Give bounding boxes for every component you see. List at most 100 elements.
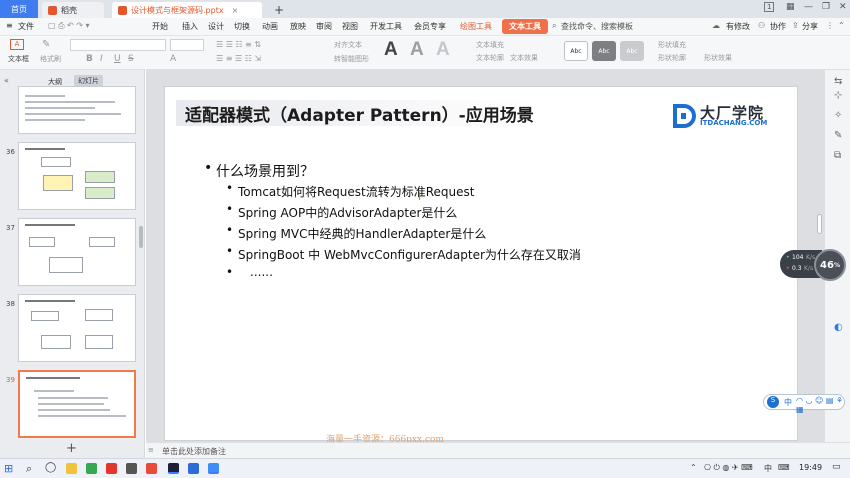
shape-style-3[interactable]: Abc [620,41,644,61]
ime-tool-icons[interactable]: ◠ ◡ ☺ ▤ ⚘ ▦ [796,396,844,414]
select-icon[interactable]: ⊹ [834,90,842,101]
alignment-icons[interactable]: ☰ ≡ ☰ ☷ ⇲ [216,54,261,63]
ime-tray-icon[interactable]: ⌨ [778,463,790,472]
menu-item-home[interactable]: 开始 [152,21,168,32]
italic-button[interactable]: I [100,54,103,64]
new-tab-button[interactable]: + [268,2,290,18]
menu-item-transition[interactable]: 切换 [234,21,250,32]
slide-thumbnail-39-selected[interactable] [18,370,136,438]
menu-item-animation[interactable]: 动画 [262,21,278,32]
collapse-ribbon-icon[interactable]: ⌃ [838,21,845,30]
tray-icons[interactable]: ⎔ ⏻ ◍ ✈ ⌨ [704,463,753,473]
slide-thumbnail-38[interactable] [18,294,136,362]
hamburger-icon[interactable]: ≡ [6,21,13,30]
strikethrough-button[interactable]: S [128,54,134,64]
close-window-button[interactable]: ✕ [839,2,847,12]
text-style-preset-3[interactable]: A [436,39,450,61]
notification-icon[interactable]: ▭ [832,462,841,472]
text-fill-button[interactable]: 文本填充 [476,40,504,50]
app-icon-orange[interactable] [146,463,157,474]
intellij-icon[interactable] [168,463,179,474]
layout-icon[interactable]: ▦ [786,2,795,12]
share-button[interactable]: 分享 [802,21,818,32]
language-indicator[interactable]: 中 [764,463,772,474]
panel-scrollbar[interactable] [139,226,143,248]
collapse-panel-icon[interactable]: « [4,76,9,85]
text-outline-button[interactable]: 文本轮廓 [476,53,504,63]
taskview-icon[interactable]: ◯ [45,462,56,473]
textbox-icon[interactable]: A [10,39,24,50]
menu-item-slideshow[interactable]: 放映 [290,21,306,32]
paragraph-icons[interactable]: ☰ ☰ ☷ ≡ ⇅ [216,40,261,49]
ime-toolbar[interactable]: S 中 ◠ ◡ ☺ ▤ ⚘ ▦ [763,394,845,414]
taskbar-search-icon[interactable]: ⌕ [26,462,32,476]
sub-bullet-1[interactable]: Tomcat如何将Request流转为标准Request [238,183,474,200]
menu-item-design[interactable]: 设计 [208,21,224,32]
bullet-main[interactable]: 什么场景用到？ [216,161,314,181]
shape-fill-button[interactable]: 形状填充 [658,40,686,50]
text-style-preset-2[interactable]: A [410,39,424,61]
menu-item-review[interactable]: 审阅 [316,21,332,32]
shape-outline-button[interactable]: 形状轮廓 [658,53,686,63]
assistant-icon[interactable]: ◐ [834,322,843,333]
sub-bullet-5[interactable]: ...... [250,265,273,279]
quick-access-icons[interactable]: ▢ ⎙ ↶ ↷ ▾ [48,21,90,31]
sub-bullet-2[interactable]: Spring AOP中的AdvisorAdapter是什么 [238,204,457,221]
cpu-usage-gauge[interactable]: 46% [814,249,846,281]
close-tab-icon[interactable]: × [232,6,239,15]
chrome-icon[interactable] [86,463,97,474]
tray-expand-icon[interactable]: ⌃ [690,463,697,472]
menu-drawing-tools[interactable]: 绘图工具 [460,21,492,32]
underline-button[interactable]: U [114,54,121,64]
layers-icon[interactable]: ⧉ [834,150,841,161]
shape-effect-button[interactable]: 形状效果 [704,53,732,63]
sub-bullet-4[interactable]: SpringBoot 中 WebMvcConfigurerAdapter为什么存… [238,246,581,263]
slide-thumbnail-35[interactable] [18,86,136,134]
shape-style-2[interactable]: Abc [592,41,616,61]
word-icon[interactable] [188,463,199,474]
clock[interactable]: 19:49 [799,463,822,472]
file-explorer-icon[interactable] [66,463,77,474]
font-color-button[interactable]: A [170,54,176,64]
slide-thumbnail-37[interactable] [18,218,136,286]
font-family-select[interactable] [70,39,166,51]
canvas-scrollbar[interactable] [817,214,822,234]
search-icon[interactable]: ⌕ [552,21,556,31]
restore-button[interactable]: ❐ [822,2,830,12]
slide-title[interactable]: 适配器模式（Adapter Pattern）-应用场景 [185,101,534,126]
collab-button[interactable]: 协作 [770,21,786,32]
menu-text-tools[interactable]: 文本工具 [502,19,548,34]
menu-item-view[interactable]: 视图 [342,21,358,32]
app-icon-red[interactable] [106,463,117,474]
text-style-preset-1[interactable]: A [384,39,398,61]
app-icon-dark[interactable] [126,463,137,474]
text-effect-button[interactable]: 文本效果 [510,53,538,63]
ime-mode[interactable]: 中 [784,397,792,408]
more-icon[interactable]: ⋮ [826,21,834,30]
notes-toggle-icon[interactable]: ≡ [148,446,154,454]
tab-pptx-file[interactable]: 设计模式与框架源码.pptx × [112,2,262,18]
convert-smartart-button[interactable]: 转智能图形 [334,54,369,64]
tab-home[interactable]: 首页 [0,0,38,18]
menu-item-insert[interactable]: 插入 [182,21,198,32]
minimize-button[interactable]: — [804,2,813,12]
wps-icon[interactable] [208,463,219,474]
shape-style-1[interactable]: Abc [564,41,588,61]
tab-docer[interactable]: 稻壳 [42,2,104,18]
pin-icon[interactable]: ✧ [834,110,842,121]
textbox-button[interactable]: 文本框 [8,54,29,64]
add-slide-button[interactable]: + [66,441,77,456]
slide-thumbnail-36[interactable] [18,142,136,210]
sub-bullet-3[interactable]: Spring MVC中经典的HandlerAdapter是什么 [238,225,486,242]
command-search[interactable]: 查找命令、搜索模板 [561,21,633,32]
slide-canvas[interactable] [164,86,798,441]
menu-item-member[interactable]: 会员专享 [414,21,446,32]
edit-status[interactable]: 有修改 [726,21,750,32]
align-text-button[interactable]: 对齐文本 [334,40,362,50]
sidebar-toggle-icon[interactable]: ⇆ [834,76,842,87]
bold-button[interactable]: B [86,54,93,64]
start-windows-icon[interactable]: ⊞ [4,462,13,475]
menu-file[interactable]: 文件 [18,21,34,32]
notes-placeholder[interactable]: 单击此处添加备注 [162,446,226,457]
wand-icon[interactable]: ✎ [834,130,842,141]
